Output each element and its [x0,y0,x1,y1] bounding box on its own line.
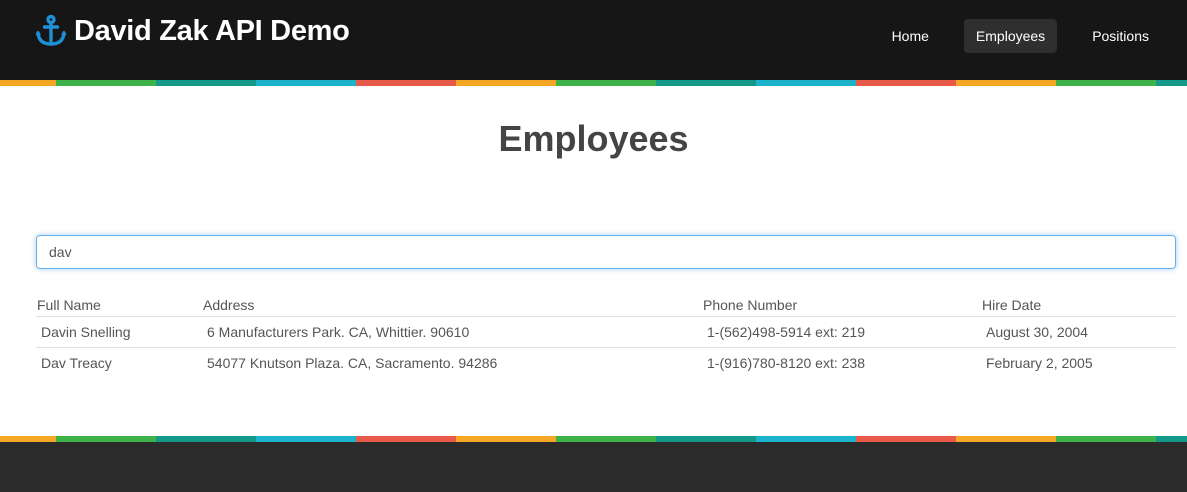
stripe-segment [156,80,256,86]
top-navbar: David Zak API Demo Home Employees Positi… [0,0,1187,80]
column-header-hire-date[interactable]: Hire Date [981,290,1176,317]
main-nav: Home Employees Positions [857,19,1187,53]
cell-full-name: Davin Snelling [36,316,202,348]
stripe-segment [556,80,656,86]
stripe-segment [756,80,856,86]
brand-title: David Zak API Demo [74,14,350,47]
cell-hire-date: February 2, 2005 [986,354,1093,371]
cell-address: 54077 Knutson Plaza. CA, Sacramento. 942… [207,354,498,371]
cell-hire-date: August 30, 2004 [981,316,1176,348]
stripe-segment [1156,80,1187,86]
nav-item-positions[interactable]: Positions [1080,19,1161,53]
employees-table: Full Name Address Phone Number Hire Date… [36,290,1176,378]
table-row[interactable]: Dav Treacy 54077 Knutson Plaza. CA, Sacr… [36,347,1176,378]
stripe-segment [1056,80,1156,86]
page-title: Employees [498,118,689,159]
stripe-segment [56,80,156,86]
nav-item-home[interactable]: Home [880,19,941,53]
cell-full-name: Dav Treacy [41,354,112,371]
stripe-segment [456,80,556,86]
stripe-segment [356,80,456,86]
search-input[interactable] [36,235,1176,269]
stripe-segment [256,80,356,86]
stripe-segment [0,80,56,86]
stripe-segment [956,80,1056,86]
table-row[interactable]: Davin Snelling 6 Manufacturers Park. CA,… [36,316,1176,348]
stripe-segment [656,80,756,86]
color-stripe-top [0,80,1187,86]
brand-link[interactable]: David Zak API Demo [34,12,350,50]
footer [0,442,1187,492]
nav-item-employees[interactable]: Employees [963,19,1058,53]
stripe-segment [856,80,956,86]
table-header-row: Full Name Address Phone Number Hire Date [36,290,1176,317]
cell-phone-number: 1-(562)498-5914 ext: 219 [702,316,981,348]
anchor-icon [35,14,67,46]
cell-phone-number: 1-(916)780-8120 ext: 238 [707,354,865,371]
column-header-full-name[interactable]: Full Name [36,290,202,317]
column-header-address[interactable]: Address [202,290,702,317]
cell-address: 6 Manufacturers Park. CA, Whittier. 9061… [202,316,702,348]
column-header-phone-number[interactable]: Phone Number [702,290,981,317]
